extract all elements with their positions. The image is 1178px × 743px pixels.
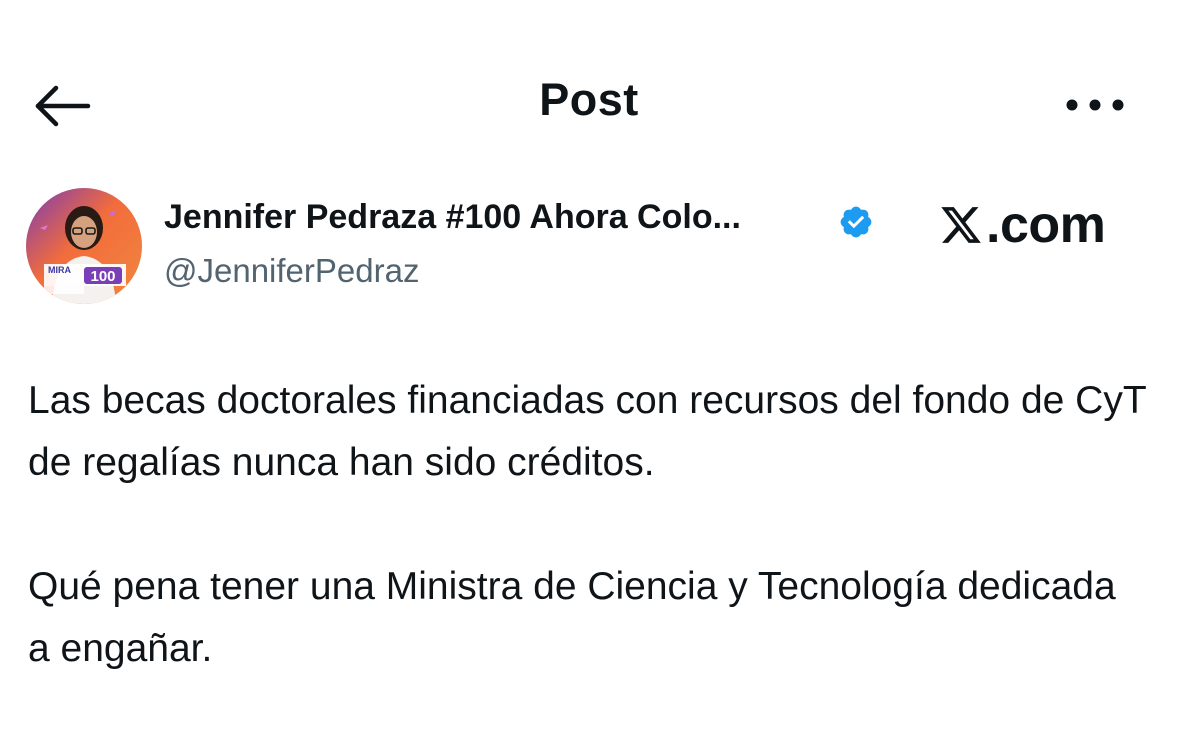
x-com-watermark: .com [938, 195, 1106, 255]
author-name[interactable]: Jennifer Pedraza #100 Ahora Colo... [164, 198, 741, 237]
avatar[interactable]: MIRA 100 [26, 188, 142, 304]
author-handle[interactable]: @JenniferPedraz [164, 252, 419, 290]
avatar-image: MIRA 100 [26, 188, 142, 304]
x-logo-icon [941, 207, 981, 243]
post-paragraph: Qué pena tener una Ministra de Ciencia y… [28, 565, 1116, 670]
post-body: Las becas doctorales financiadas con rec… [28, 370, 1148, 742]
page-title: Post [539, 74, 639, 125]
more-options-button[interactable] [1062, 92, 1128, 118]
post-paragraph: Las becas doctorales financiadas con rec… [28, 379, 1146, 484]
avatar-badge-number: 100 [90, 268, 115, 285]
post-page: Post MIRA 100 Jennifer Pedraza #100 Ahor… [0, 0, 1178, 743]
ellipsis-horizontal-icon [1066, 99, 1124, 111]
verified-badge-icon [838, 204, 874, 240]
avatar-badge-left: MIRA [48, 265, 71, 275]
x-com-text: .com [986, 196, 1106, 254]
